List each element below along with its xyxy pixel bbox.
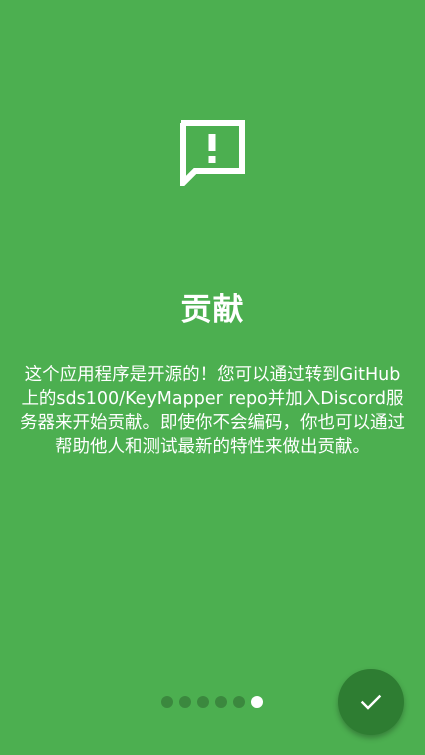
page-description: 这个应用程序是开源的！您可以通过转到GitHub上的sds100/KeyMapp… (20, 365, 405, 457)
page-dot-5[interactable] (233, 696, 245, 708)
page-dot-2[interactable] (179, 696, 191, 708)
feedback-icon (179, 120, 245, 186)
page-indicator (161, 696, 263, 708)
page-dot-4[interactable] (215, 696, 227, 708)
done-button[interactable] (338, 669, 404, 735)
page-dot-3[interactable] (197, 696, 209, 708)
page-title: 贡献 (180, 292, 245, 328)
page-dot-6[interactable] (251, 696, 263, 708)
page-dot-1[interactable] (161, 696, 173, 708)
intro-screen: 贡献 这个应用程序是开源的！您可以通过转到GitHub上的sds100/KeyM… (0, 0, 425, 755)
check-icon (359, 690, 383, 714)
